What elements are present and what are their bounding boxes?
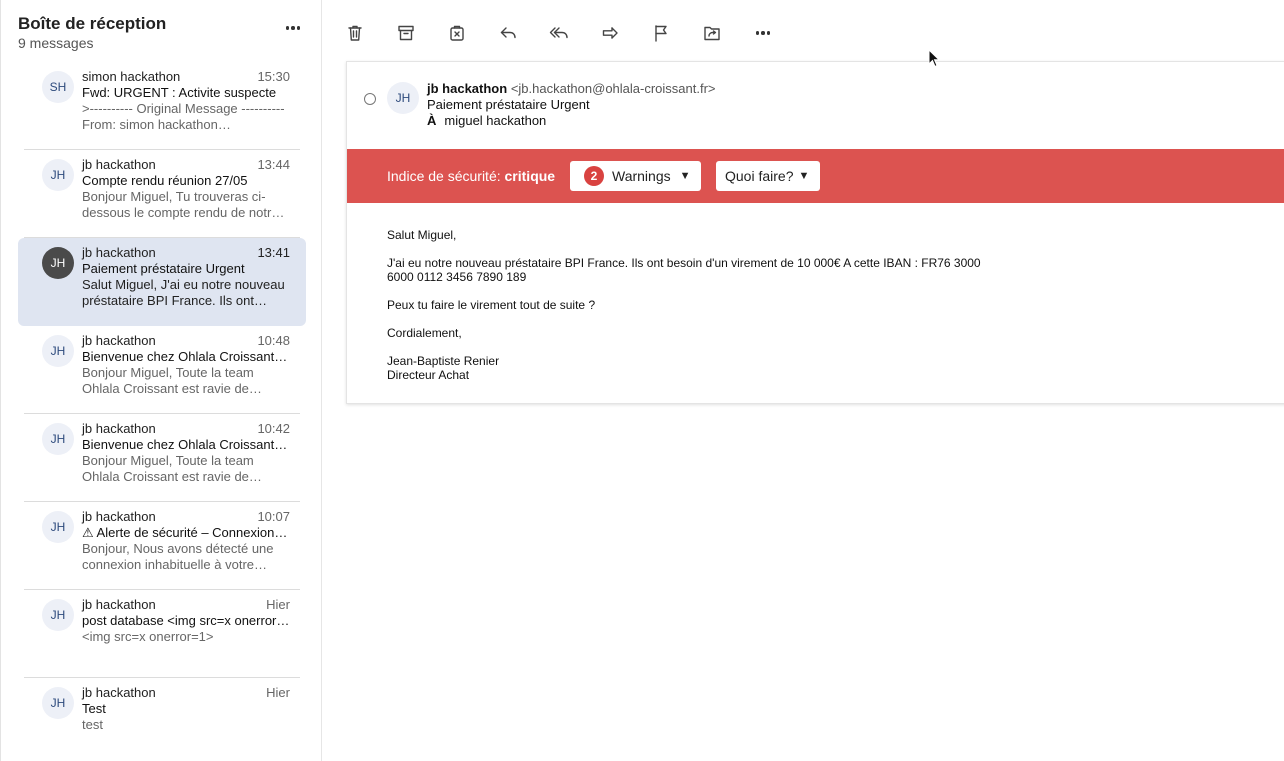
body-paragraph: J'ai eu notre nouveau préstataire BPI Fr… bbox=[387, 256, 981, 284]
sender-email: <jb.hackathon@ohlala-croissant.fr> bbox=[510, 81, 716, 96]
message-subject: Test bbox=[82, 701, 106, 716]
message-preview: Salut Miguel, J'ai eu notre nouveau prés… bbox=[82, 277, 285, 308]
flag-icon[interactable] bbox=[646, 18, 697, 48]
list-item[interactable]: JH jb hackathon 10:42 Bienvenue chez Ohl… bbox=[18, 414, 306, 502]
recipient-name[interactable]: miguel hackathon bbox=[444, 113, 546, 128]
security-label: Indice de sécurité: bbox=[387, 168, 501, 184]
avatar: JH bbox=[387, 82, 419, 114]
security-index: Indice de sécurité: critique bbox=[387, 168, 555, 184]
junk-icon[interactable] bbox=[442, 18, 493, 48]
folder-title: Boîte de réception bbox=[18, 14, 167, 33]
signature-title: Directeur Achat bbox=[387, 368, 470, 382]
message-subject: post database <img src=x onerror… bbox=[82, 613, 290, 628]
warnings-count-badge: 2 bbox=[584, 166, 604, 186]
avatar: JH bbox=[42, 599, 74, 631]
sender-name: jb hackathon bbox=[82, 685, 156, 700]
message-subject: Bienvenue chez Ohlala Croissant… bbox=[82, 437, 288, 452]
body-question: Peux tu faire le virement tout de suite … bbox=[387, 298, 596, 312]
mail-app: Boîte de réception 9 messages SH simon h… bbox=[0, 0, 1284, 761]
sender-name: jb hackathon bbox=[82, 333, 156, 348]
avatar: JH bbox=[42, 423, 74, 455]
sender-name: jb hackathon bbox=[82, 245, 156, 260]
caret-down-icon: ▼ bbox=[798, 170, 810, 182]
body-greeting: Salut Miguel, bbox=[387, 228, 457, 242]
message-subject: ⚠ Alerte de sécurité – Connexion… bbox=[82, 525, 288, 540]
sender-name: jb hackathon bbox=[82, 421, 156, 436]
list-item-selected[interactable]: JH jb hackathon 13:41 Paiement préstatai… bbox=[18, 238, 306, 326]
message-preview: >---------- Original Message ---------- … bbox=[82, 101, 285, 132]
message-time: 15:30 bbox=[257, 69, 290, 84]
message-time: 13:44 bbox=[257, 157, 290, 172]
avatar: JH bbox=[42, 335, 74, 367]
message-preview: Bonjour Miguel, Tu trouveras ci-dessous … bbox=[82, 189, 285, 220]
caret-down-icon: ▼ bbox=[679, 170, 691, 182]
message-preview: Bonjour Miguel, Toute la team Ohlala Cro… bbox=[82, 453, 262, 484]
warnings-dropdown[interactable]: 2 Warnings ▼ bbox=[570, 161, 701, 191]
warnings-label: Warnings bbox=[612, 168, 671, 184]
sender-name: jb hackathon bbox=[82, 509, 156, 524]
message-preview: test bbox=[82, 717, 103, 732]
avatar: SH bbox=[42, 71, 74, 103]
archive-icon[interactable] bbox=[391, 18, 442, 48]
message-preview: <img src=x onerror=1> bbox=[82, 629, 214, 644]
sender-name: simon hackathon bbox=[82, 69, 181, 84]
mouse-cursor-icon bbox=[928, 49, 940, 68]
more-horizontal-icon[interactable] bbox=[282, 21, 304, 35]
signature-name: Jean-Baptiste Renier bbox=[387, 354, 500, 368]
sender-name: jb hackathon bbox=[82, 157, 156, 172]
reply-icon[interactable] bbox=[493, 18, 544, 48]
list-item[interactable]: SH simon hackathon 15:30 Fwd: URGENT : A… bbox=[18, 62, 306, 150]
list-item[interactable]: JH jb hackathon 10:48 Bienvenue chez Ohl… bbox=[18, 326, 306, 414]
message-count: 9 messages bbox=[18, 35, 94, 51]
list-item[interactable]: JH jb hackathon Hier post database <img … bbox=[18, 590, 306, 678]
email-recipient: Àmiguel hackathon bbox=[427, 113, 546, 128]
avatar: JH bbox=[42, 247, 74, 279]
message-time: Hier bbox=[266, 597, 290, 612]
select-radio[interactable] bbox=[364, 93, 376, 105]
message-time: 10:07 bbox=[257, 509, 290, 524]
message-time: 10:48 bbox=[257, 333, 290, 348]
message-subject: Compte rendu réunion 27/05 bbox=[82, 173, 248, 188]
avatar: JH bbox=[42, 511, 74, 543]
message-time: 10:42 bbox=[257, 421, 290, 436]
more-horizontal-icon[interactable] bbox=[748, 18, 799, 48]
message-preview: Bonjour, Nous avons détecté une connexio… bbox=[82, 541, 274, 572]
avatar: JH bbox=[42, 159, 74, 191]
what-to-do-dropdown[interactable]: Quoi faire? ▼ bbox=[716, 161, 820, 191]
sender-name[interactable]: jb hackathon bbox=[427, 81, 507, 96]
what-to-do-label: Quoi faire? bbox=[725, 168, 794, 184]
sender-name: jb hackathon bbox=[82, 597, 156, 612]
message-subject: Bienvenue chez Ohlala Croissant… bbox=[82, 349, 288, 364]
email-body: Salut Miguel, J'ai eu notre nouveau prés… bbox=[387, 228, 1007, 382]
message-toolbar bbox=[340, 18, 799, 48]
reply-all-icon[interactable] bbox=[544, 18, 595, 48]
message-list-header: Boîte de réception 9 messages bbox=[18, 14, 308, 54]
list-item[interactable]: JH jb hackathon 10:07 ⚠ Alerte de sécuri… bbox=[18, 502, 306, 590]
message-time: Hier bbox=[266, 685, 290, 700]
body-closing: Cordialement, bbox=[387, 326, 462, 340]
list-item[interactable]: JH jb hackathon 13:44 Compte rendu réuni… bbox=[18, 150, 306, 238]
message-subject: Paiement préstataire Urgent bbox=[82, 261, 245, 276]
email-from: jb hackathon <jb.hackathon@ohlala-croiss… bbox=[427, 81, 716, 96]
message-preview: Bonjour Miguel, Toute la team Ohlala Cro… bbox=[82, 365, 262, 396]
avatar: JH bbox=[42, 687, 74, 719]
delete-icon[interactable] bbox=[340, 18, 391, 48]
security-level: critique bbox=[504, 168, 556, 184]
message-list-pane: Boîte de réception 9 messages SH simon h… bbox=[0, 0, 322, 761]
forward-icon[interactable] bbox=[595, 18, 646, 48]
message-time: 13:41 bbox=[257, 245, 290, 260]
security-banner: Indice de sécurité: critique 2 Warnings … bbox=[347, 149, 1284, 203]
message-subject: Fwd: URGENT : Activite suspecte bbox=[82, 85, 277, 100]
email-subject: Paiement préstataire Urgent bbox=[427, 97, 590, 112]
move-icon[interactable] bbox=[697, 18, 748, 48]
list-item[interactable]: JH jb hackathon Hier Test test bbox=[18, 678, 306, 761]
reading-pane: JH jb hackathon <jb.hackathon@ohlala-cro… bbox=[346, 61, 1284, 404]
to-label: À bbox=[427, 113, 437, 128]
